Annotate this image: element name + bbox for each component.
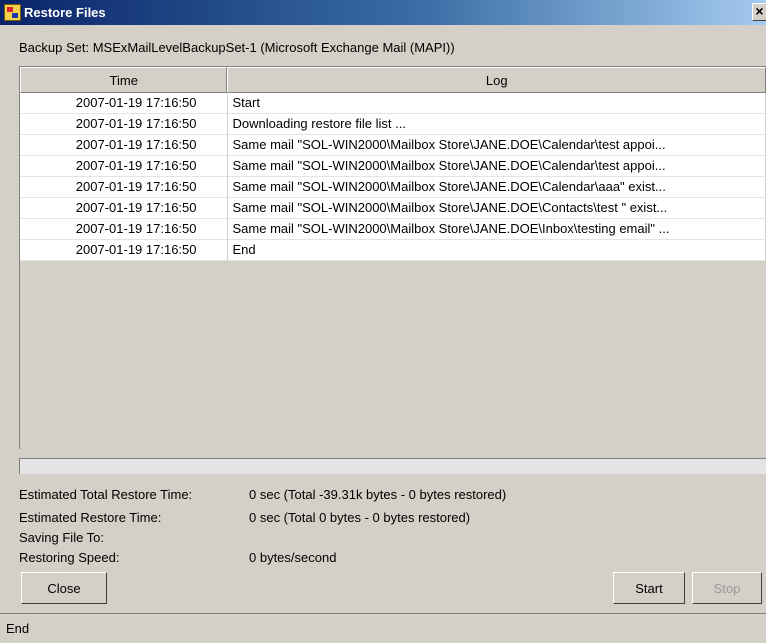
restore-time-label: Estimated Restore Time: <box>19 510 162 525</box>
column-header-time[interactable]: Time <box>20 67 228 93</box>
restore-time-value: 0 sec (Total 0 bytes - 0 bytes restored) <box>249 510 471 525</box>
log-table[interactable]: Time Log 2007-01-19 17:16:50 Start 2007-… <box>19 66 766 449</box>
table-row[interactable]: 2007-01-19 17:16:50 Same mail "SOL-WIN20… <box>20 198 766 219</box>
log-cell: Same mail "SOL-WIN2000\Mailbox Store\JAN… <box>227 156 766 177</box>
total-restore-time-label: Estimated Total Restore Time: <box>19 487 193 502</box>
log-cell: Same mail "SOL-WIN2000\Mailbox Store\JAN… <box>227 198 766 219</box>
window-title: Restore Files <box>24 5 106 20</box>
table-row[interactable]: 2007-01-19 17:16:50 End <box>20 240 766 261</box>
time-cell: 2007-01-19 17:16:50 <box>20 198 228 219</box>
horizontal-scrollbar[interactable] <box>19 458 766 474</box>
title-bar: Restore Files × <box>0 0 766 25</box>
total-restore-time-value: 0 sec (Total -39.31k bytes - 0 bytes res… <box>249 487 507 502</box>
restoring-speed-value: 0 bytes/second <box>249 550 337 565</box>
restoring-speed-label: Restoring Speed: <box>19 550 120 565</box>
log-cell: Same mail "SOL-WIN2000\Mailbox Store\JAN… <box>227 177 766 198</box>
close-button[interactable]: Close <box>21 572 107 604</box>
table-row[interactable]: 2007-01-19 17:16:50 Same mail "SOL-WIN20… <box>20 177 766 198</box>
time-cell: 2007-01-19 17:16:50 <box>20 240 228 261</box>
time-cell: 2007-01-19 17:16:50 <box>20 135 228 156</box>
time-cell: 2007-01-19 17:16:50 <box>20 156 228 177</box>
log-cell: End <box>227 240 766 261</box>
time-cell: 2007-01-19 17:16:50 <box>20 219 228 240</box>
log-cell: Start <box>227 93 766 114</box>
status-text: End <box>6 621 30 636</box>
backup-set-label: Backup Set: MSExMailLevelBackupSet-1 (Mi… <box>19 40 455 55</box>
status-bar: End <box>0 613 766 643</box>
log-cell: Same mail "SOL-WIN2000\Mailbox Store\JAN… <box>227 219 766 240</box>
saving-file-label: Saving File To: <box>19 530 105 545</box>
table-row[interactable]: 2007-01-19 17:16:50 Start <box>20 93 766 114</box>
table-row[interactable]: 2007-01-19 17:16:50 Same mail "SOL-WIN20… <box>20 219 766 240</box>
restore-time-row: Estimated Restore Time: 0 sec (Total 0 b… <box>19 510 470 525</box>
restoring-speed-row: Restoring Speed: 0 bytes/second <box>19 550 336 565</box>
total-restore-time-row: Estimated Total Restore Time: 0 sec (Tot… <box>19 487 506 502</box>
app-icon <box>4 4 21 21</box>
log-cell: Downloading restore file list ... <box>227 114 766 135</box>
start-button[interactable]: Start <box>613 572 685 604</box>
table-row[interactable]: 2007-01-19 17:16:50 Same mail "SOL-WIN20… <box>20 156 766 177</box>
log-cell: Same mail "SOL-WIN2000\Mailbox Store\JAN… <box>227 135 766 156</box>
table-header: Time Log <box>20 67 766 93</box>
stop-button[interactable]: Stop <box>692 572 762 604</box>
time-cell: 2007-01-19 17:16:50 <box>20 177 228 198</box>
column-header-log[interactable]: Log <box>227 67 766 93</box>
table-row[interactable]: 2007-01-19 17:16:50 Same mail "SOL-WIN20… <box>20 135 766 156</box>
saving-file-row: Saving File To: <box>19 530 104 545</box>
table-row[interactable]: 2007-01-19 17:16:50 Downloading restore … <box>20 114 766 135</box>
window-close-button[interactable]: × <box>752 3 766 21</box>
time-cell: 2007-01-19 17:16:50 <box>20 114 228 135</box>
time-cell: 2007-01-19 17:16:50 <box>20 93 228 114</box>
